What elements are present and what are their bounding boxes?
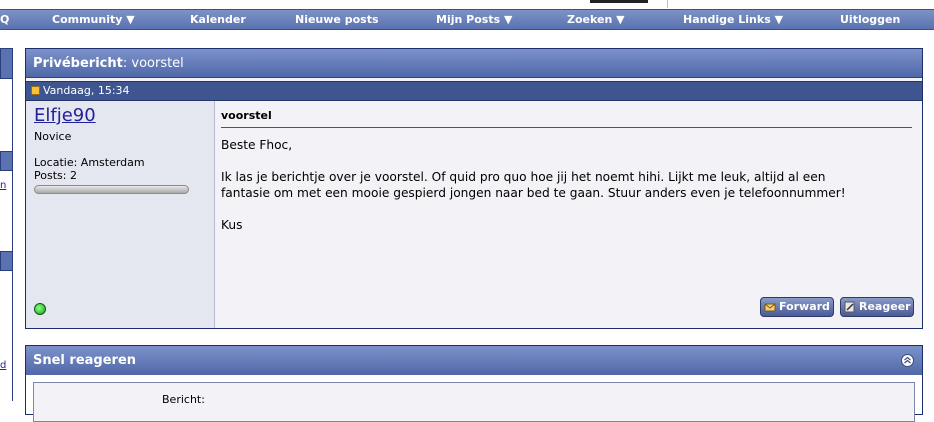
user-posts: Posts: 2 — [34, 169, 77, 182]
user-info: Elfje90 Novice Locatie: Amsterdam Posts:… — [26, 101, 215, 328]
message-label: Bericht: — [162, 393, 205, 406]
reply-icon — [844, 301, 855, 313]
user-rank: Novice — [34, 130, 72, 143]
reply-label: Reageer — [859, 300, 911, 313]
sidebar-section-block — [0, 251, 13, 271]
quick-reply-title: Snel reageren — [26, 346, 922, 375]
message-line: Beste Fhoc, — [221, 138, 293, 152]
left-sidebar: n d — [0, 48, 14, 403]
header-image-fragment — [590, 0, 648, 3]
reputation-bar — [34, 185, 189, 194]
forward-button[interactable]: Forward — [760, 297, 834, 317]
sidebar-link[interactable]: n — [0, 180, 6, 191]
message-line: Kus — [221, 218, 243, 232]
quick-reply-panel: Snel reageren Bericht: — [25, 345, 923, 422]
sidebar-border — [12, 271, 13, 401]
nav-community[interactable]: Community ▼ — [52, 10, 135, 29]
collapse-icon[interactable] — [901, 354, 914, 367]
message-line: fantasie om met een mooie gespierd jonge… — [221, 186, 846, 200]
sidebar-border — [12, 79, 13, 151]
nav-uitloggen[interactable]: Uitloggen — [840, 10, 900, 29]
forward-label: Forward — [779, 300, 830, 313]
reply-button[interactable]: Reageer — [840, 297, 914, 317]
pm-title-label: Privébericht — [33, 56, 123, 71]
username-link[interactable]: Elfje90 — [34, 105, 96, 126]
private-message-panel: Privébericht: voorstel Vandaag, 15:34 El… — [25, 48, 923, 329]
top-strip — [0, 0, 934, 8]
sidebar-header-block — [0, 48, 13, 79]
message-line: Ik las je berichtje over je voorstel. Of… — [221, 170, 826, 184]
divider — [667, 0, 668, 8]
subject-divider — [221, 127, 912, 128]
nav-nieuwe-posts[interactable]: Nieuwe posts — [295, 10, 379, 29]
sidebar-border — [12, 171, 13, 251]
quick-reply-form: Bericht: — [33, 382, 915, 422]
nav-faq[interactable]: Q — [0, 10, 9, 29]
nav-handige-links[interactable]: Handige Links ▼ — [683, 10, 783, 29]
pm-title-subject: : voorstel — [122, 56, 184, 71]
navbar: Q Community ▼ Kalender Nieuwe posts Mijn… — [0, 9, 934, 30]
nav-kalender[interactable]: Kalender — [190, 10, 246, 29]
sidebar-link[interactable]: d — [0, 360, 6, 371]
message-subject: voorstel — [221, 109, 272, 122]
nav-zoeken[interactable]: Zoeken ▼ — [567, 10, 625, 29]
nav-mijn-posts[interactable]: Mijn Posts ▼ — [436, 10, 512, 29]
sidebar-section-block — [0, 151, 13, 171]
pm-date: Vandaag, 15:34 — [43, 84, 130, 97]
forward-icon — [764, 303, 776, 312]
user-location: Locatie: Amsterdam — [34, 156, 145, 169]
pm-title: Privébericht: voorstel — [26, 49, 922, 78]
message-content: voorstel Beste Fhoc, Ik las je berichtje… — [215, 101, 922, 328]
pm-date-bar: Vandaag, 15:34 — [26, 81, 922, 101]
online-indicator-icon — [34, 303, 46, 315]
message-icon — [31, 86, 40, 95]
